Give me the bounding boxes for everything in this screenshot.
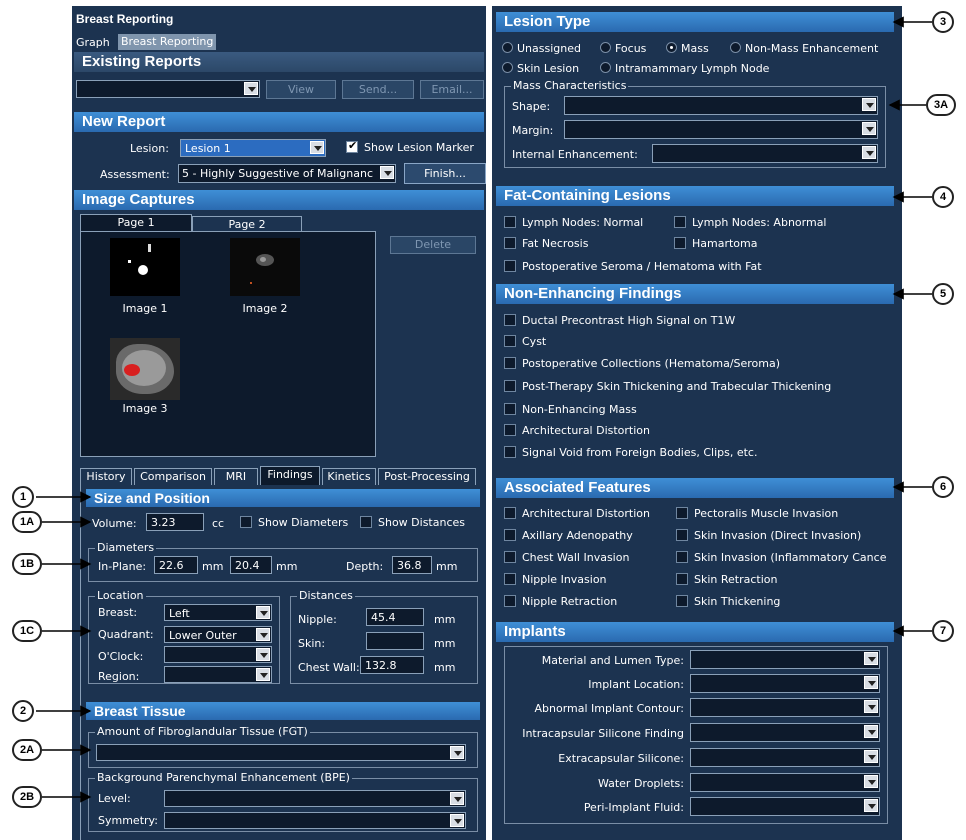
callout-3a: 3A — [926, 94, 956, 116]
callout-1: 1 — [12, 486, 34, 508]
callout-5: 5 — [932, 283, 954, 305]
callout-2a: 2A — [12, 739, 42, 761]
callout-3: 3 — [932, 11, 954, 33]
callout-6: 6 — [932, 476, 954, 498]
callout-1c: 1C — [12, 620, 42, 642]
callout-1b: 1B — [12, 553, 42, 575]
callout-2b: 2B — [12, 786, 42, 808]
callout-2: 2 — [12, 700, 34, 722]
callout-4: 4 — [932, 186, 954, 208]
callout-arrows — [36, 16, 932, 803]
callout-7: 7 — [932, 620, 954, 642]
callout-1a: 1A — [12, 511, 42, 533]
